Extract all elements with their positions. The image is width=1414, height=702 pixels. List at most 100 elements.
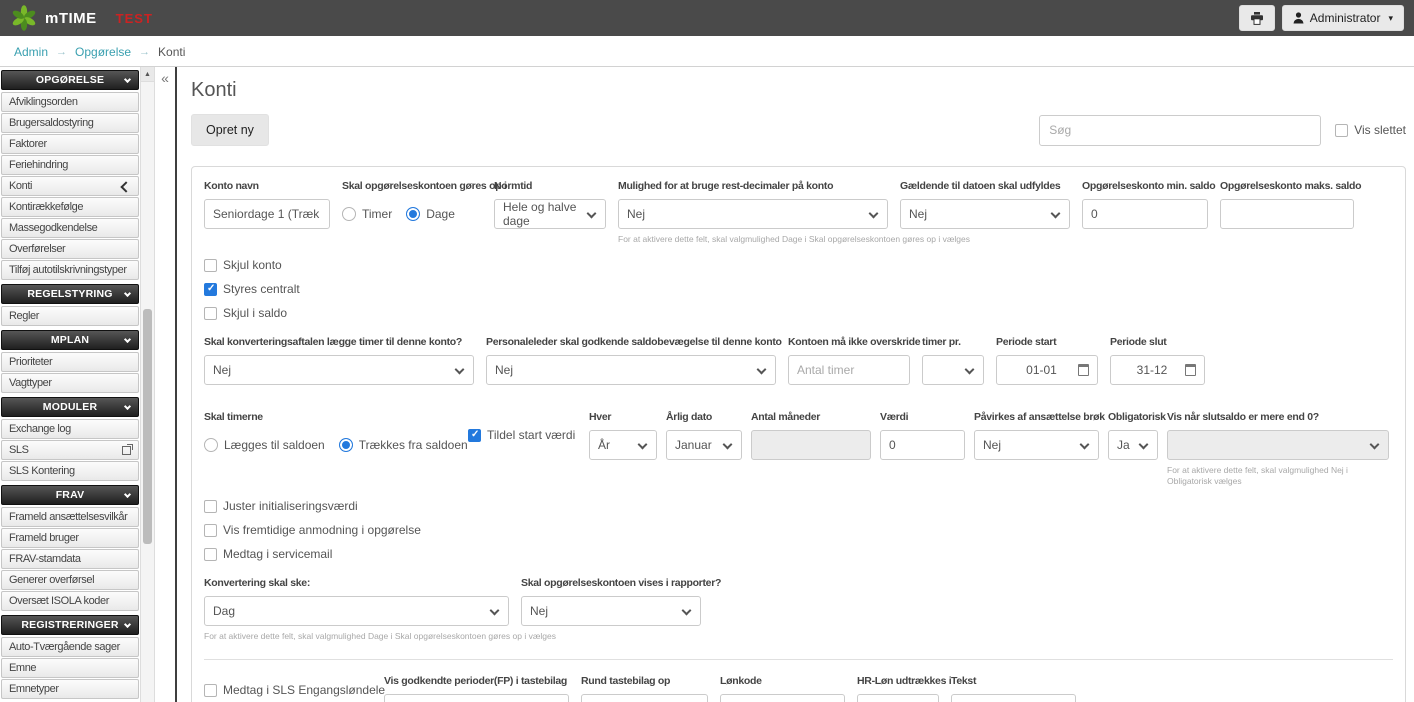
checkbox-control[interactable] bbox=[204, 683, 217, 697]
sidebar-section-regelstyring[interactable]: REGELSTYRING bbox=[1, 284, 139, 304]
sidebar-scrollbar[interactable]: ▲ bbox=[140, 67, 155, 702]
checkbox-medtag-i-sls-engangsløndele[interactable]: Medtag i SLS Engangsløndele bbox=[204, 683, 385, 697]
radio-dage[interactable]: Dage bbox=[406, 207, 455, 221]
sidebar-section-mplan[interactable]: MPLAN bbox=[1, 330, 139, 350]
konto-navn-input[interactable] bbox=[204, 199, 330, 229]
breadcrumb-opgorelse[interactable]: Opgørelse bbox=[75, 45, 131, 59]
gaeldende-til-select[interactable]: Nej bbox=[900, 199, 1070, 229]
breadcrumb-admin[interactable]: Admin bbox=[14, 45, 48, 59]
checkbox-control[interactable] bbox=[1335, 123, 1349, 137]
loenkode-input[interactable] bbox=[720, 694, 845, 702]
periode-start-input[interactable]: 01-01 bbox=[996, 355, 1098, 385]
sidebar-section-moduler[interactable]: MODULER bbox=[1, 397, 139, 417]
sidebar-item-auto-tværgående-sager[interactable]: Auto-Tværgående sager bbox=[1, 637, 139, 657]
radio-trækkes-fra-saldoen[interactable]: Trækkes fra saldoen bbox=[338, 438, 468, 452]
checkbox-vis-slettet[interactable]: Vis slettet bbox=[1335, 123, 1406, 137]
option-label: Juster initialiseringsværdi bbox=[223, 499, 358, 514]
sidebar-item-afviklingsorden[interactable]: Afviklingsorden bbox=[1, 92, 139, 112]
normtid-select[interactable]: Hele og halve dage bbox=[494, 199, 606, 229]
hr-loen-select[interactable]: Dage bbox=[857, 694, 939, 702]
sidebar-item-kontirækkefølge[interactable]: Kontirækkefølge bbox=[1, 197, 139, 217]
checkbox-control[interactable] bbox=[204, 306, 217, 320]
print-button[interactable] bbox=[1238, 5, 1275, 31]
sidebar-item-frameld-bruger[interactable]: Frameld bruger bbox=[1, 528, 139, 548]
checkbox-control[interactable] bbox=[204, 523, 217, 537]
radio-control[interactable] bbox=[406, 207, 421, 221]
caret-down-icon: ▾ bbox=[1388, 12, 1393, 23]
checkbox-medtag-i-servicemail[interactable]: Medtag i servicemail bbox=[204, 547, 1393, 561]
chevron-down-icon bbox=[1369, 439, 1380, 450]
topbar: mTIME TEST Administrator ▾ bbox=[0, 0, 1414, 36]
vises-i-rapporter-select[interactable]: Nej bbox=[521, 596, 701, 627]
sidebar-item-konti[interactable]: Konti bbox=[1, 176, 139, 196]
obligatorisk-select[interactable]: Ja bbox=[1108, 430, 1158, 460]
checkbox-control[interactable] bbox=[468, 428, 481, 442]
vis-godkendte-select[interactable]: Nej bbox=[384, 694, 569, 702]
sidebar-section-opgørelse[interactable]: OPGØRELSE bbox=[1, 70, 139, 90]
sidebar-item-regler[interactable]: Regler bbox=[1, 306, 139, 326]
scrollbar-thumb[interactable] bbox=[143, 309, 152, 544]
sidebar-item-sls[interactable]: SLS bbox=[1, 440, 139, 460]
sidebar-item-sls-kontering[interactable]: SLS Kontering bbox=[1, 461, 139, 481]
sidebar-item-feriehindring[interactable]: Feriehindring bbox=[1, 155, 139, 175]
checkbox-skjul-i-saldo[interactable]: Skjul i saldo bbox=[204, 306, 1393, 320]
timer-pr-select[interactable] bbox=[922, 355, 984, 385]
konvertering-ske-select[interactable]: Dag bbox=[204, 596, 509, 627]
radio-control[interactable] bbox=[338, 438, 353, 452]
sidebar-item-emnetyper[interactable]: Emnetyper bbox=[1, 679, 139, 699]
sidebar-item-generer-overførsel[interactable]: Generer overførsel bbox=[1, 570, 139, 590]
sidebar-item-overførelser[interactable]: Overførelser bbox=[1, 239, 139, 259]
sidebar-item-frav-stamdata[interactable]: FRAV-stamdata bbox=[1, 549, 139, 569]
periode-slut-input[interactable]: 31-12 bbox=[1110, 355, 1205, 385]
rund-tastebilag-input[interactable] bbox=[581, 694, 708, 702]
sidebar-item-prioriteter[interactable]: Prioriteter bbox=[1, 352, 139, 372]
create-new-button[interactable]: Opret ny bbox=[191, 114, 269, 146]
breadcrumb-arrow-icon: → bbox=[139, 46, 151, 58]
min-saldo-input[interactable] bbox=[1082, 199, 1208, 229]
radio-lægges-til-saldoen[interactable]: Lægges til saldoen bbox=[204, 438, 325, 452]
user-menu-button[interactable]: Administrator ▾ bbox=[1281, 5, 1404, 31]
personaleleder-select[interactable]: Nej bbox=[486, 355, 776, 385]
radio-control[interactable] bbox=[204, 438, 218, 452]
chevron-down-icon bbox=[586, 208, 597, 219]
checkbox-control[interactable] bbox=[204, 499, 217, 513]
page-title: Konti bbox=[191, 79, 237, 101]
sidebar-item-brugersaldostyring[interactable]: Brugersaldostyring bbox=[1, 113, 139, 133]
sidebar-section-frav[interactable]: FRAV bbox=[1, 485, 139, 505]
vaerdi-input[interactable] bbox=[880, 430, 965, 460]
scroll-up-button[interactable]: ▲ bbox=[141, 67, 154, 82]
external-link-icon bbox=[122, 443, 133, 455]
konverteringsaftale-select[interactable]: Nej bbox=[204, 355, 474, 385]
maks-saldo-input[interactable] bbox=[1220, 199, 1354, 229]
sidebar-item-massegodkendelse[interactable]: Massegodkendelse bbox=[1, 218, 139, 238]
checkbox-skjul-konto[interactable]: Skjul konto bbox=[204, 258, 1393, 272]
konverteringsaftale-label: Skal konverteringsaftalen lægge timer ti… bbox=[204, 336, 463, 348]
rest-decimaler-select[interactable]: Nej bbox=[618, 199, 888, 229]
radio-timer[interactable]: Timer bbox=[342, 207, 392, 221]
checkbox-styres-centralt[interactable]: Styres centralt bbox=[204, 282, 1393, 296]
aarlig-dato-select[interactable]: Januar bbox=[666, 430, 742, 460]
sidebar-item-oversæt-isola-koder[interactable]: Oversæt ISOLA koder bbox=[1, 591, 139, 611]
checkbox-vis-fremtidige-anmodning-i-opgørelse[interactable]: Vis fremtidige anmodning i opgørelse bbox=[204, 523, 1393, 537]
checkbox-control[interactable] bbox=[204, 258, 217, 272]
checkbox-tildel-start-værdi[interactable]: Tildel start værdi bbox=[468, 428, 580, 442]
rest-decimaler-helper: For at aktivere dette felt, skal valgmul… bbox=[618, 234, 970, 244]
hver-select[interactable]: År bbox=[589, 430, 657, 460]
checkbox-control[interactable] bbox=[204, 547, 217, 561]
checkbox-control[interactable] bbox=[204, 282, 217, 296]
sidebar-collapse-button[interactable]: « bbox=[155, 67, 175, 702]
checkbox-juster-initialiseringsværdi[interactable]: Juster initialiseringsværdi bbox=[204, 499, 1393, 513]
search-input[interactable] bbox=[1039, 114, 1322, 146]
sidebar-item-exchange-log[interactable]: Exchange log bbox=[1, 419, 139, 439]
tekst-textarea[interactable] bbox=[951, 694, 1076, 702]
sidebar-item-emne[interactable]: Emne bbox=[1, 658, 139, 678]
section-label: MODULER bbox=[42, 401, 98, 413]
antal-timer-input[interactable] bbox=[788, 355, 910, 385]
radio-control[interactable] bbox=[342, 207, 356, 221]
sidebar-section-registreringer[interactable]: REGISTRERINGER bbox=[1, 615, 139, 635]
sidebar-item-vagttyper[interactable]: Vagttyper bbox=[1, 373, 139, 393]
sidebar-item-tilføj-autotilskrivningstyper[interactable]: Tilføj autotilskrivningstyper bbox=[1, 260, 139, 280]
sidebar-item-faktorer[interactable]: Faktorer bbox=[1, 134, 139, 154]
sidebar-item-frameld-ansættelsesvilkår[interactable]: Frameld ansættelsesvilkår bbox=[1, 507, 139, 527]
paavirkes-select[interactable]: Nej bbox=[974, 430, 1099, 460]
